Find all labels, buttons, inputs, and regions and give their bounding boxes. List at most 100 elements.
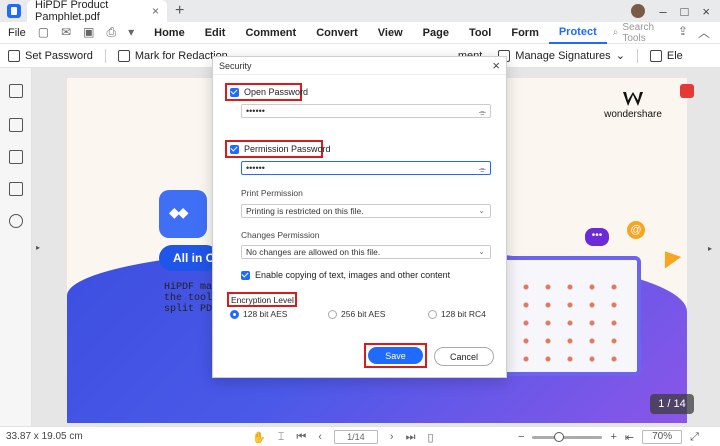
menu-protect[interactable]: Protect: [548, 22, 607, 44]
attachment-icon[interactable]: [9, 182, 23, 196]
radio-128-aes[interactable]: 128 bit AES: [230, 309, 287, 319]
menu-bar: File ▢ ✉ ▣ ⎙ ▾ Home Edit Comment Convert…: [0, 22, 720, 44]
eye-icon[interactable]: ⌯: [479, 106, 486, 118]
radio-checked-icon: [230, 309, 239, 319]
menu-page[interactable]: Page: [413, 22, 459, 44]
encryption-level-label: Encryption Level: [231, 295, 294, 305]
radio-256-aes[interactable]: 256 bit AES: [328, 309, 385, 319]
page-number-input[interactable]: 1/14: [333, 430, 378, 444]
more-icon[interactable]: ▾: [128, 25, 134, 40]
print-permission-select[interactable]: Printing is restricted on this file. ⌄: [241, 204, 491, 218]
user-avatar[interactable]: [631, 4, 646, 18]
page-navigation: ✋ ⌶ ⏮ ‹ 1/14 › ⏭ ▯: [252, 430, 434, 444]
radio-128-rc4[interactable]: 128 bit RC4: [428, 309, 486, 319]
brand-text: wondershare: [604, 109, 662, 120]
permission-password-checkbox[interactable]: Permission Password: [230, 144, 331, 154]
print-icon[interactable]: ⎙: [106, 25, 116, 40]
zoom-level-select[interactable]: 70%: [642, 430, 683, 444]
chevron-down-icon: ⌄: [615, 50, 625, 62]
changes-permission-value: No changes are allowed on this file.: [246, 247, 381, 257]
wondershare-logo: wondershare: [603, 92, 663, 120]
permission-password-input[interactable]: •••••• ⌯: [241, 161, 491, 175]
zoom-out-icon[interactable]: −: [518, 431, 524, 443]
close-window-icon[interactable]: ×: [702, 4, 710, 19]
menu-file[interactable]: File: [8, 27, 26, 39]
first-page-icon[interactable]: ⏮: [296, 431, 306, 444]
close-icon[interactable]: ×: [492, 58, 500, 73]
fullscreen-icon[interactable]: ⤢: [690, 431, 699, 444]
menu-view[interactable]: View: [368, 22, 413, 44]
chevron-down-icon: ⌄: [478, 247, 485, 256]
close-icon[interactable]: ×: [152, 4, 159, 18]
toolbar-divider: [104, 48, 106, 63]
electronic-signature-button[interactable]: Ele: [642, 49, 691, 62]
previous-page-icon[interactable]: ‹: [318, 431, 322, 443]
enable-copying-checkbox[interactable]: Enable copying of text, images and other…: [241, 270, 450, 280]
toolbar-divider: [636, 48, 638, 63]
menu-form[interactable]: Form: [501, 22, 549, 44]
menu-edit[interactable]: Edit: [195, 22, 236, 44]
search-icon[interactable]: [9, 214, 23, 228]
ele-partial-label: Ele: [666, 49, 683, 62]
cancel-button[interactable]: Cancel: [434, 347, 494, 366]
app-logo-icon: [7, 4, 21, 18]
expand-right-icon[interactable]: ▸: [708, 244, 712, 253]
chevron-down-icon: ⌄: [478, 206, 485, 215]
all-in-one-pill: All in O: [159, 245, 219, 271]
menu-tool[interactable]: Tool: [459, 22, 501, 44]
dialog-header: Security ×: [213, 57, 506, 75]
page-indicator-badge: 1 / 14: [650, 394, 694, 414]
chat-bubble-icon: •••: [585, 228, 609, 246]
upload-icon[interactable]: ⇪: [678, 24, 688, 41]
hipdf-logo-icon: [159, 190, 207, 238]
enable-copying-label: Enable copying of text, images and other…: [255, 270, 451, 280]
collapse-icon[interactable]: ︿: [698, 24, 710, 41]
comment-icon[interactable]: [9, 150, 23, 164]
search-tools-label: Search Tools: [622, 21, 655, 44]
fit-page-icon[interactable]: ▯: [427, 431, 433, 444]
maximize-icon[interactable]: □: [681, 4, 689, 19]
status-bar: 33.87 x 19.05 cm ✋ ⌶ ⏮ ‹ 1/14 › ⏭ ▯ − + …: [0, 426, 720, 446]
manage-signatures-button[interactable]: Manage Signatures ⌄: [490, 49, 633, 62]
open-password-checkbox[interactable]: Open Password: [230, 87, 308, 97]
next-page-icon[interactable]: ›: [390, 431, 394, 443]
zoom-in-icon[interactable]: +: [610, 431, 616, 443]
manage-signatures-label: Manage Signatures: [515, 49, 611, 62]
fit-width-icon[interactable]: ⇤: [625, 431, 634, 444]
menu-convert[interactable]: Convert: [306, 22, 368, 44]
save-icon[interactable]: ▢: [38, 25, 49, 40]
notification-icon[interactable]: [680, 84, 694, 98]
menu-comment[interactable]: Comment: [235, 22, 306, 44]
print-permission-value: Printing is restricted on this file.: [246, 206, 364, 216]
open-icon[interactable]: ▣: [83, 25, 94, 40]
zoom-slider-thumb[interactable]: [554, 431, 565, 442]
document-tab[interactable]: HiPDF Product Pamphlet.pdf ×: [27, 0, 167, 23]
select-tool-icon[interactable]: ⌶: [278, 431, 285, 444]
open-password-input[interactable]: •••••• ⌯: [241, 104, 491, 118]
new-tab-button[interactable]: +: [175, 2, 184, 20]
lock-icon: [8, 49, 20, 62]
bookmark-icon[interactable]: [9, 118, 23, 132]
menu-home[interactable]: Home: [144, 22, 195, 44]
laptop-illustration: [501, 256, 641, 376]
radio-label: 128 bit AES: [243, 309, 288, 319]
checkbox-checked-icon: [230, 144, 239, 154]
radio-unchecked-icon: [328, 309, 337, 319]
thumbnails-icon[interactable]: [9, 84, 23, 98]
save-button[interactable]: Save: [368, 347, 423, 364]
expand-left-icon[interactable]: ▸: [36, 243, 40, 252]
eye-icon[interactable]: ⌯: [479, 163, 486, 175]
redaction-icon: [117, 49, 130, 62]
set-password-button[interactable]: Set Password: [0, 49, 101, 62]
last-page-icon[interactable]: ⏭: [406, 431, 416, 444]
minimize-icon[interactable]: –: [659, 4, 666, 19]
changes-permission-select[interactable]: No changes are allowed on this file. ⌄: [241, 245, 491, 259]
mail-icon[interactable]: ✉: [61, 25, 71, 40]
left-sidebar: [0, 68, 32, 426]
permission-password-label: Permission Password: [244, 144, 331, 154]
at-sign-icon: @: [627, 221, 645, 239]
search-tools[interactable]: ⌕ Search Tools: [613, 22, 678, 44]
hand-tool-icon[interactable]: ✋: [252, 431, 266, 444]
zoom-controls: − + ⇤ 70% ⤢: [518, 430, 699, 444]
zoom-slider[interactable]: [532, 431, 603, 442]
